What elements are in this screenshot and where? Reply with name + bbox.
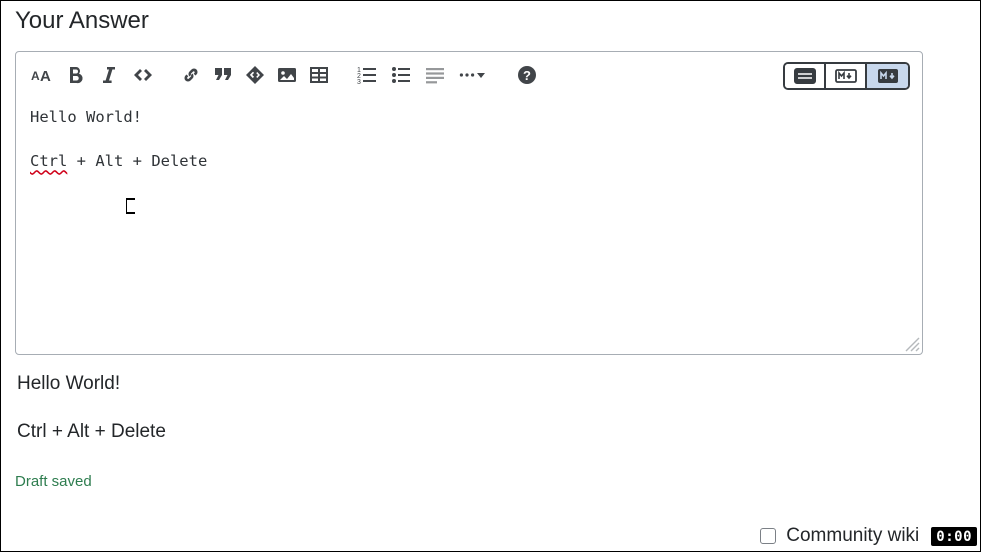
bold-button[interactable] bbox=[64, 64, 86, 86]
editor-box: A A bbox=[15, 51, 923, 355]
code-icon bbox=[133, 65, 153, 85]
markdown-active-icon bbox=[875, 67, 901, 85]
richtext-icon bbox=[792, 67, 818, 85]
svg-text:3: 3 bbox=[357, 79, 361, 85]
view-markdown-button[interactable] bbox=[826, 64, 867, 88]
link-icon bbox=[181, 65, 201, 85]
italic-icon bbox=[99, 65, 119, 85]
ordered-list-icon: 1 2 3 bbox=[357, 65, 377, 85]
help-button[interactable]: ? bbox=[516, 64, 538, 86]
unordered-list-icon bbox=[391, 65, 411, 85]
resize-grip-icon bbox=[902, 334, 920, 352]
italic-button[interactable] bbox=[98, 64, 120, 86]
more-icon bbox=[459, 65, 475, 85]
time-badge: 0:00 bbox=[931, 527, 977, 546]
community-wiki-label: Community wiki bbox=[786, 525, 919, 547]
draft-status: Draft saved bbox=[15, 473, 966, 490]
view-rich-button[interactable] bbox=[785, 64, 826, 88]
image-button[interactable] bbox=[276, 64, 298, 86]
svg-text:A: A bbox=[40, 68, 51, 85]
quote-icon bbox=[213, 65, 233, 85]
preview-line-1: Hello World! bbox=[17, 373, 964, 395]
link-button[interactable] bbox=[180, 64, 202, 86]
view-mode-switch bbox=[783, 62, 910, 90]
code-snippet-button[interactable] bbox=[244, 64, 266, 86]
editor-line-2-rest: + Alt + Delete bbox=[67, 152, 207, 170]
markdown-icon bbox=[833, 67, 859, 85]
editor-line-2: Ctrl + Alt + Delete bbox=[30, 150, 908, 172]
help-icon: ? bbox=[517, 65, 537, 85]
ordered-list-button[interactable]: 1 2 3 bbox=[356, 64, 378, 86]
editor-textarea[interactable]: Hello World! Ctrl + Alt + Delete bbox=[16, 100, 922, 354]
text-cursor-icon bbox=[126, 198, 131, 214]
table-button[interactable] bbox=[308, 64, 330, 86]
toolbar-group-lists: 1 2 3 bbox=[356, 64, 486, 86]
resize-handle[interactable] bbox=[902, 334, 920, 352]
toolbar-group-insert bbox=[180, 64, 330, 86]
answer-editor-panel: Your Answer A A bbox=[0, 0, 981, 552]
heading-button[interactable]: A A bbox=[30, 64, 52, 86]
toolbar-group-help: ? bbox=[516, 64, 538, 86]
quote-button[interactable] bbox=[212, 64, 234, 86]
chevron-down-icon bbox=[477, 73, 485, 78]
editor-line-1: Hello World! bbox=[30, 106, 908, 128]
svg-text:?: ? bbox=[523, 68, 531, 83]
section-heading: Your Answer bbox=[15, 7, 966, 35]
preview-line-2: Ctrl + Alt + Delete bbox=[17, 421, 964, 443]
code-button[interactable] bbox=[132, 64, 154, 86]
preview-area: Hello World! Ctrl + Alt + Delete bbox=[15, 355, 966, 443]
svg-text:A: A bbox=[31, 69, 40, 83]
more-button[interactable] bbox=[458, 64, 486, 86]
toolbar-group-format: A A bbox=[30, 64, 154, 86]
heading-icon: A A bbox=[31, 65, 51, 85]
align-icon bbox=[425, 65, 445, 85]
community-wiki-checkbox[interactable] bbox=[760, 528, 776, 544]
bold-icon bbox=[65, 65, 85, 85]
spell-error-word: Ctrl bbox=[30, 152, 67, 170]
code-snippet-icon bbox=[245, 65, 265, 85]
image-icon bbox=[277, 65, 297, 85]
view-preview-button[interactable] bbox=[867, 64, 908, 88]
table-icon bbox=[309, 65, 329, 85]
align-button[interactable] bbox=[424, 64, 446, 86]
bottom-bar: Community wiki 0:00 bbox=[1, 525, 980, 547]
unordered-list-button[interactable] bbox=[390, 64, 412, 86]
toolbar: A A bbox=[16, 52, 922, 100]
